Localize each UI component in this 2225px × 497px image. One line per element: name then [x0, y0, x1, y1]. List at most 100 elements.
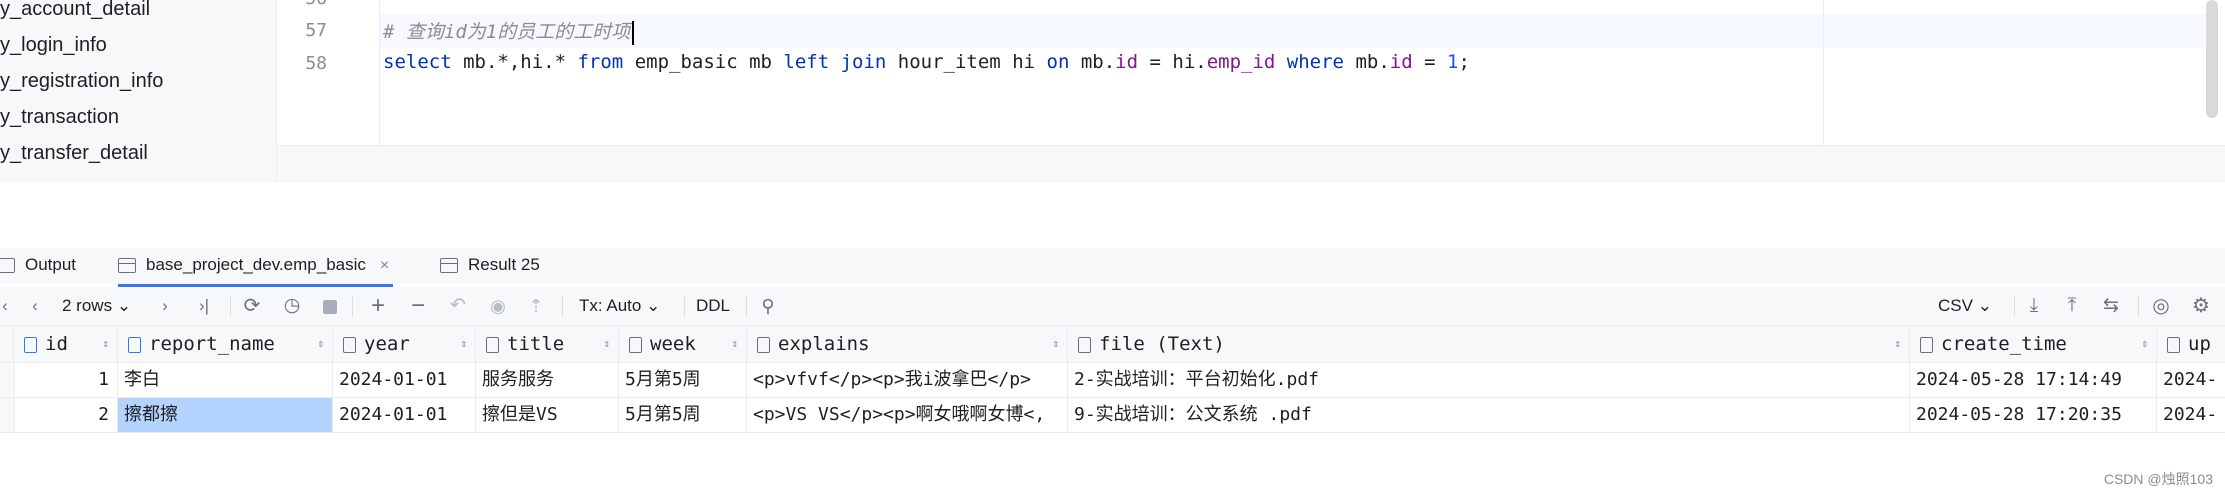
ddl-button[interactable]: DDL [696, 293, 730, 319]
cell-file[interactable]: 2-实战培训：平台初始化.pdf [1068, 363, 1910, 397]
column-header-week[interactable]: week ⇕ [619, 326, 747, 362]
transaction-mode-dropdown[interactable]: Tx: Auto ⌄ [579, 293, 660, 319]
code-text: ; [1458, 51, 1470, 73]
sort-icon[interactable]: ⇕ [2141, 326, 2148, 362]
tree-item-account-detail[interactable]: y_account_detail [0, 0, 150, 24]
cell-file[interactable]: 9-实战培训：公文系统 .pdf [1068, 398, 1910, 432]
editor-scrollbar[interactable] [2206, 0, 2218, 118]
table-icon [440, 258, 458, 274]
tab-emp-basic[interactable]: base_project_dev.emp_basic × [118, 248, 394, 287]
sql-editor[interactable]: 56 57 58 # 查询id为1的员工的工时项 select mb.*,hi.… [276, 0, 2225, 183]
sort-icon[interactable]: ⇕ [603, 326, 610, 362]
tree-item-transfer-detail[interactable]: y_transfer_detail [0, 138, 148, 168]
table-icon [118, 258, 136, 274]
column-header-create-time[interactable]: create_time ⇕ [1910, 326, 2157, 362]
result-toolbar: ‹ ‹ 2 rows ⌄ › ›| ⟳ ◷ + − ↶ ◉ ⇡ Tx: Auto… [0, 287, 2225, 326]
cell-report-name[interactable]: 李白 [118, 363, 333, 397]
watermark: CSDN @烛照103 [2103, 471, 2213, 487]
toolbar-separator [2138, 295, 2139, 317]
export-format-dropdown[interactable]: CSV ⌄ [1938, 293, 1992, 319]
number-literal: 1 [1446, 51, 1459, 73]
tree-item-registration-info[interactable]: y_registration_info [0, 66, 163, 96]
row-header[interactable] [0, 398, 15, 432]
cell-id[interactable]: 2 [14, 398, 118, 432]
cell-title[interactable]: 擦但是VS [476, 398, 619, 432]
rows-count-dropdown[interactable]: 2 rows ⌄ [62, 293, 131, 319]
pin-icon[interactable]: ⚲ [756, 293, 780, 319]
code-line-57[interactable]: # 查询id为1的员工的工时项 [383, 17, 635, 45]
row-header-corner [0, 326, 14, 362]
cell-id[interactable]: 1 [14, 363, 118, 397]
cell-create-time[interactable]: 2024-05-28 17:20:35 [1910, 398, 2157, 432]
column-header-year[interactable]: year ⇕ [333, 326, 476, 362]
tab-result-25[interactable]: Result 25 [440, 248, 540, 284]
compare-icon[interactable]: ⇆ [2098, 293, 2124, 319]
column-icon [486, 336, 499, 353]
table-row[interactable]: 2 擦都擦 2024-01-01 擦但是VS 5月第5周 <p>VS VS</p… [0, 398, 2225, 433]
delete-row-icon[interactable]: − [404, 293, 432, 319]
toolbar-separator [2014, 295, 2015, 317]
tree-item-login-info[interactable]: y_login_info [0, 30, 107, 60]
preview-changes-icon[interactable]: ◉ [484, 293, 512, 319]
column-label: report_name [149, 333, 275, 355]
cell-year[interactable]: 2024-01-01 [333, 363, 476, 397]
table-row[interactable]: 1 李白 2024-01-01 服务服务 5月第5周 <p>vfvf</p><p… [0, 363, 2225, 398]
cell-title[interactable]: 服务服务 [476, 363, 619, 397]
stop-icon[interactable] [318, 293, 342, 319]
upload-icon[interactable]: ⤒ [2060, 293, 2084, 319]
column-header-report-name[interactable]: report_name ⇕ [118, 326, 333, 362]
sort-icon[interactable]: ⇕ [1052, 326, 1059, 362]
cell-week[interactable]: 5月第5周 [619, 363, 747, 397]
gear-icon[interactable]: ⚙ [2188, 293, 2214, 319]
services-tab-bar: Output base_project_dev.emp_basic × Resul… [0, 248, 2225, 287]
cell-update-time[interactable]: 2024- [2157, 398, 2225, 432]
download-icon[interactable]: ⤓ [2022, 293, 2046, 319]
row-header[interactable] [0, 363, 15, 397]
code-line-58[interactable]: select mb.*,hi.* from emp_basic mb left … [383, 51, 1470, 73]
tree-item-transaction[interactable]: y_transaction [0, 102, 119, 132]
sort-icon[interactable]: ⇕ [1894, 326, 1901, 362]
column-header-title[interactable]: title ⇕ [476, 326, 619, 362]
code-text: emp_basic mb [623, 51, 784, 73]
toolbar-separator [352, 295, 353, 317]
first-page-icon[interactable]: ‹ [0, 293, 12, 319]
cell-week[interactable]: 5月第5周 [619, 398, 747, 432]
column-icon [128, 336, 141, 353]
column-header-update-time[interactable]: up [2157, 326, 2225, 362]
column-header-id[interactable]: id ⇕ [14, 326, 118, 362]
cell-explains[interactable]: <p>vfvf</p><p>我i波拿巴</p> [747, 363, 1068, 397]
eye-icon[interactable]: ◎ [2146, 293, 2176, 319]
cell-year[interactable]: 2024-01-01 [333, 398, 476, 432]
close-icon[interactable]: × [380, 257, 389, 274]
tx-mode-label: Tx: Auto [579, 296, 642, 315]
tab-output[interactable]: Output [0, 248, 76, 284]
code-text: mb. [1069, 51, 1116, 73]
next-page-icon[interactable]: › [156, 293, 174, 319]
sort-icon[interactable]: ⇕ [731, 326, 738, 362]
sort-icon[interactable]: ⇕ [102, 326, 109, 362]
cell-create-time[interactable]: 2024-05-28 17:14:49 [1910, 363, 2157, 397]
prev-page-icon[interactable]: ‹ [26, 293, 44, 319]
cell-report-name-selected[interactable]: 擦都擦 [118, 398, 333, 432]
last-page-icon[interactable]: ›| [192, 293, 216, 319]
cell-explains[interactable]: <p>VS VS</p><p>啊女哦啊女博<, [747, 398, 1068, 432]
add-row-icon[interactable]: + [364, 293, 392, 319]
history-icon[interactable]: ◷ [278, 293, 306, 319]
submit-icon[interactable]: ⇡ [522, 293, 550, 319]
line-number: 57 [305, 20, 327, 41]
column-label: up [2188, 333, 2211, 355]
revert-icon[interactable]: ↶ [444, 293, 472, 319]
chevron-down-icon: ⌄ [646, 296, 661, 315]
sort-icon[interactable]: ⇕ [460, 326, 467, 362]
column-header-explains[interactable]: explains ⇕ [747, 326, 1068, 362]
export-format-label: CSV [1938, 296, 1973, 315]
database-tree: y_account_detail y_login_info y_registra… [0, 0, 276, 182]
column-icon [629, 336, 642, 353]
cell-update-time[interactable]: 2024- [2157, 363, 2225, 397]
column-header-file[interactable]: file (Text) ⇕ [1068, 326, 1910, 362]
code-text: hour_item hi [886, 51, 1047, 73]
sort-icon[interactable]: ⇕ [317, 326, 324, 362]
refresh-icon[interactable]: ⟳ [238, 293, 266, 319]
column-label: create_time [1941, 333, 2067, 355]
